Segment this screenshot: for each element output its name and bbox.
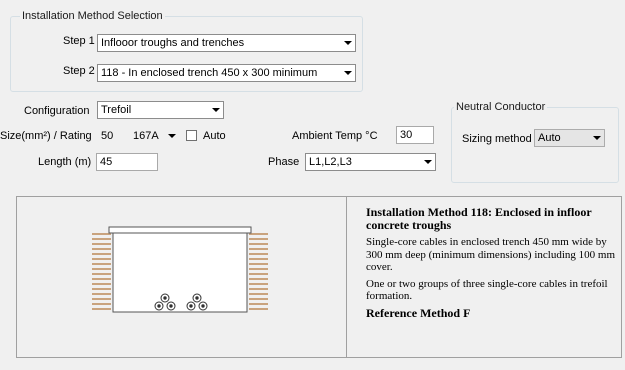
method-description: Installation Method 118: Enclosed in inf… xyxy=(366,206,618,323)
size-value[interactable]: 50 xyxy=(101,129,113,143)
ambient-temp-label: Ambient Temp °C xyxy=(292,130,378,142)
phase-combo[interactable]: L1,L2,L3 xyxy=(305,153,436,171)
trench-cover xyxy=(108,226,252,234)
sizing-method-label: Sizing method xyxy=(462,133,532,145)
length-input[interactable] xyxy=(96,153,158,171)
phase-label: Phase xyxy=(268,156,300,168)
auto-checkbox[interactable] xyxy=(186,130,197,141)
chevron-down-icon xyxy=(589,130,604,146)
rating-combo[interactable]: 167A xyxy=(129,127,180,145)
ground-stripes-left xyxy=(92,233,111,310)
chevron-down-icon xyxy=(340,35,355,51)
trench xyxy=(112,231,248,313)
length-label: Length (m) xyxy=(38,156,92,168)
size-rating-label: Size(mm²) / Rating xyxy=(0,130,92,142)
step2-combo[interactable]: 118 - In enclosed trench 450 x 300 minim… xyxy=(97,64,356,82)
configuration-combo[interactable]: Trefoil xyxy=(97,101,224,119)
method-reference: Reference Method F xyxy=(366,305,471,320)
method-para1: Single-core cables in enclosed trench 45… xyxy=(366,236,616,273)
chevron-down-icon xyxy=(164,128,179,144)
method-para2: One or two groups of three single-core c… xyxy=(366,277,608,303)
installation-diagram xyxy=(92,226,268,313)
method-title: Installation Method 118: Enclosed in inf… xyxy=(366,205,592,232)
step2-label: Step 2 xyxy=(63,65,95,77)
configuration-value: Trefoil xyxy=(101,104,132,116)
neutral-conductor-group-title: Neutral Conductor xyxy=(454,101,548,113)
chevron-down-icon xyxy=(208,102,223,118)
step1-combo[interactable]: Inflooor troughs and trenches xyxy=(97,34,356,52)
panel-divider xyxy=(346,197,347,358)
ground-stripes-right xyxy=(249,233,268,310)
phase-value: L1,L2,L3 xyxy=(309,156,352,168)
step1-label: Step 1 xyxy=(63,35,95,47)
sizing-method-combo[interactable]: Auto xyxy=(534,129,605,147)
chevron-down-icon xyxy=(420,154,435,170)
rating-value: 167A xyxy=(133,130,159,142)
chevron-down-icon xyxy=(340,65,355,81)
sizing-method-value: Auto xyxy=(538,132,561,144)
installation-method-group-title: Installation Method Selection xyxy=(20,10,165,22)
step1-value: Inflooor troughs and trenches xyxy=(101,37,245,49)
auto-checkbox-label: Auto xyxy=(203,130,226,142)
step2-value: 118 - In enclosed trench 450 x 300 minim… xyxy=(101,67,318,79)
configuration-label: Configuration xyxy=(24,105,90,117)
ambient-temp-input[interactable] xyxy=(396,126,434,144)
